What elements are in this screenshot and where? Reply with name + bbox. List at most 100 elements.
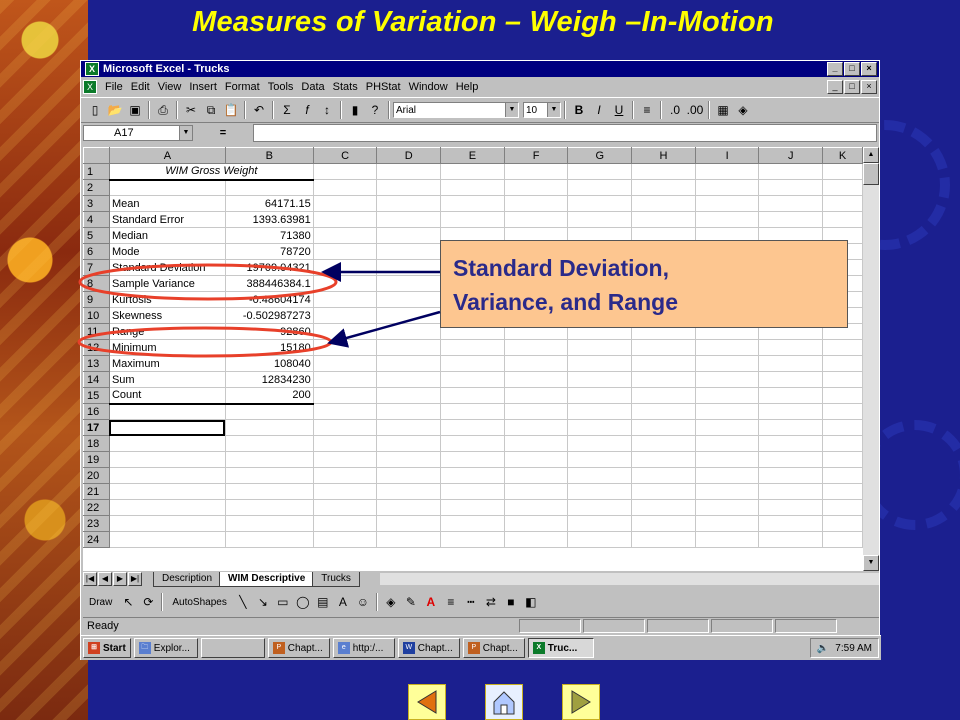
- cell[interactable]: [567, 371, 633, 388]
- undo-icon[interactable]: ↶: [249, 101, 269, 119]
- cell[interactable]: [312, 163, 378, 180]
- cell[interactable]: [758, 179, 824, 196]
- menu-phstat[interactable]: PHStat: [362, 81, 405, 93]
- cell[interactable]: [631, 515, 696, 532]
- cell-b[interactable]: 15180: [224, 339, 314, 356]
- scroll-down-icon[interactable]: ▼: [863, 555, 879, 571]
- cell[interactable]: [567, 387, 633, 404]
- cell-b[interactable]: 108040: [224, 355, 314, 372]
- tab-wim-descriptive[interactable]: WIM Descriptive: [219, 571, 315, 587]
- cell[interactable]: [503, 419, 569, 436]
- cell-b[interactable]: 92860: [224, 323, 314, 340]
- cell[interactable]: [376, 467, 442, 484]
- doc-restore-button[interactable]: □: [844, 80, 860, 94]
- column-header[interactable]: J: [758, 147, 824, 164]
- cell[interactable]: [503, 211, 569, 228]
- row-header[interactable]: 16: [83, 403, 110, 420]
- cell[interactable]: [758, 483, 824, 500]
- cell[interactable]: [312, 211, 378, 228]
- name-box[interactable]: A17 ▼: [83, 125, 193, 141]
- cell[interactable]: [758, 419, 824, 436]
- cell[interactable]: [631, 499, 696, 516]
- increase-decimal-icon[interactable]: .0: [665, 101, 685, 119]
- cell-a[interactable]: [108, 179, 226, 196]
- decrease-decimal-icon[interactable]: .00: [685, 101, 705, 119]
- rectangle-icon[interactable]: ▭: [273, 593, 293, 611]
- cell[interactable]: [503, 403, 569, 420]
- cell[interactable]: [312, 371, 378, 388]
- cell[interactable]: [631, 387, 696, 404]
- menu-edit[interactable]: Edit: [127, 81, 154, 93]
- column-header[interactable]: D: [376, 147, 442, 164]
- cell[interactable]: [758, 499, 824, 516]
- cell[interactable]: [694, 531, 760, 548]
- select-objects-icon[interactable]: ↖: [118, 593, 138, 611]
- cell[interactable]: [631, 163, 696, 180]
- free-rotate-icon[interactable]: ⟳: [138, 593, 158, 611]
- cell[interactable]: [694, 339, 760, 356]
- cell[interactable]: [822, 515, 863, 532]
- doc-minimize-button[interactable]: _: [827, 80, 843, 94]
- cell-b[interactable]: 388446384.1: [224, 275, 314, 292]
- row-header[interactable]: 12: [83, 339, 110, 356]
- cell[interactable]: [694, 163, 760, 180]
- row-header[interactable]: 19: [83, 451, 110, 468]
- cell[interactable]: [822, 467, 863, 484]
- cell[interactable]: [376, 179, 442, 196]
- cell-a[interactable]: [108, 467, 226, 484]
- draw-menu[interactable]: Draw: [83, 597, 118, 608]
- cell-a[interactable]: [108, 531, 226, 548]
- row-header[interactable]: 8: [83, 275, 110, 292]
- cell[interactable]: [440, 483, 505, 500]
- cell[interactable]: [567, 451, 633, 468]
- row-header[interactable]: 13: [83, 355, 110, 372]
- wordart-icon[interactable]: A: [333, 593, 353, 611]
- taskbar-item[interactable]: W Chapt...: [397, 638, 460, 658]
- menu-insert[interactable]: Insert: [185, 81, 221, 93]
- chart-wizard-icon[interactable]: ▮: [345, 101, 365, 119]
- column-header[interactable]: E: [440, 147, 505, 164]
- cell-b[interactable]: 71380: [224, 227, 314, 244]
- row-header[interactable]: 21: [83, 483, 110, 500]
- row-header[interactable]: 20: [83, 467, 110, 484]
- minimize-button[interactable]: _: [827, 62, 843, 76]
- cell-b[interactable]: [224, 483, 314, 500]
- cell-a[interactable]: [108, 499, 226, 516]
- cell[interactable]: [631, 483, 696, 500]
- cell-b[interactable]: 12834230: [224, 371, 314, 388]
- cell[interactable]: [822, 211, 863, 228]
- cell[interactable]: [376, 371, 442, 388]
- cell[interactable]: [567, 531, 633, 548]
- print-icon[interactable]: ⎙: [153, 101, 173, 119]
- cell[interactable]: [312, 259, 378, 276]
- cell[interactable]: [758, 435, 824, 452]
- shadow-icon[interactable]: ■: [501, 593, 521, 611]
- row-header[interactable]: 24: [83, 531, 110, 548]
- cell[interactable]: [503, 467, 569, 484]
- cell[interactable]: [694, 179, 760, 196]
- cell[interactable]: [503, 515, 569, 532]
- cell[interactable]: [694, 419, 760, 436]
- cell[interactable]: [503, 451, 569, 468]
- cell[interactable]: [567, 403, 633, 420]
- cell[interactable]: [440, 355, 505, 372]
- cell[interactable]: [567, 467, 633, 484]
- column-header[interactable]: C: [312, 147, 378, 164]
- cell[interactable]: [376, 291, 442, 308]
- cell-b[interactable]: [224, 451, 314, 468]
- cell[interactable]: [440, 339, 505, 356]
- row-header[interactable]: 5: [83, 227, 110, 244]
- menu-data[interactable]: Data: [297, 81, 328, 93]
- cell[interactable]: [822, 403, 863, 420]
- cell[interactable]: [376, 211, 442, 228]
- vertical-scrollbar[interactable]: ▲ ▼: [863, 147, 879, 571]
- cell-b[interactable]: 78720: [224, 243, 314, 260]
- cell[interactable]: [440, 163, 505, 180]
- doc-close-button[interactable]: ×: [861, 80, 877, 94]
- cell[interactable]: [440, 371, 505, 388]
- textbox-icon[interactable]: ▤: [313, 593, 333, 611]
- scroll-thumb[interactable]: [863, 163, 879, 185]
- cell[interactable]: [694, 467, 760, 484]
- cell-a[interactable]: Median: [108, 227, 226, 244]
- cell[interactable]: [440, 515, 505, 532]
